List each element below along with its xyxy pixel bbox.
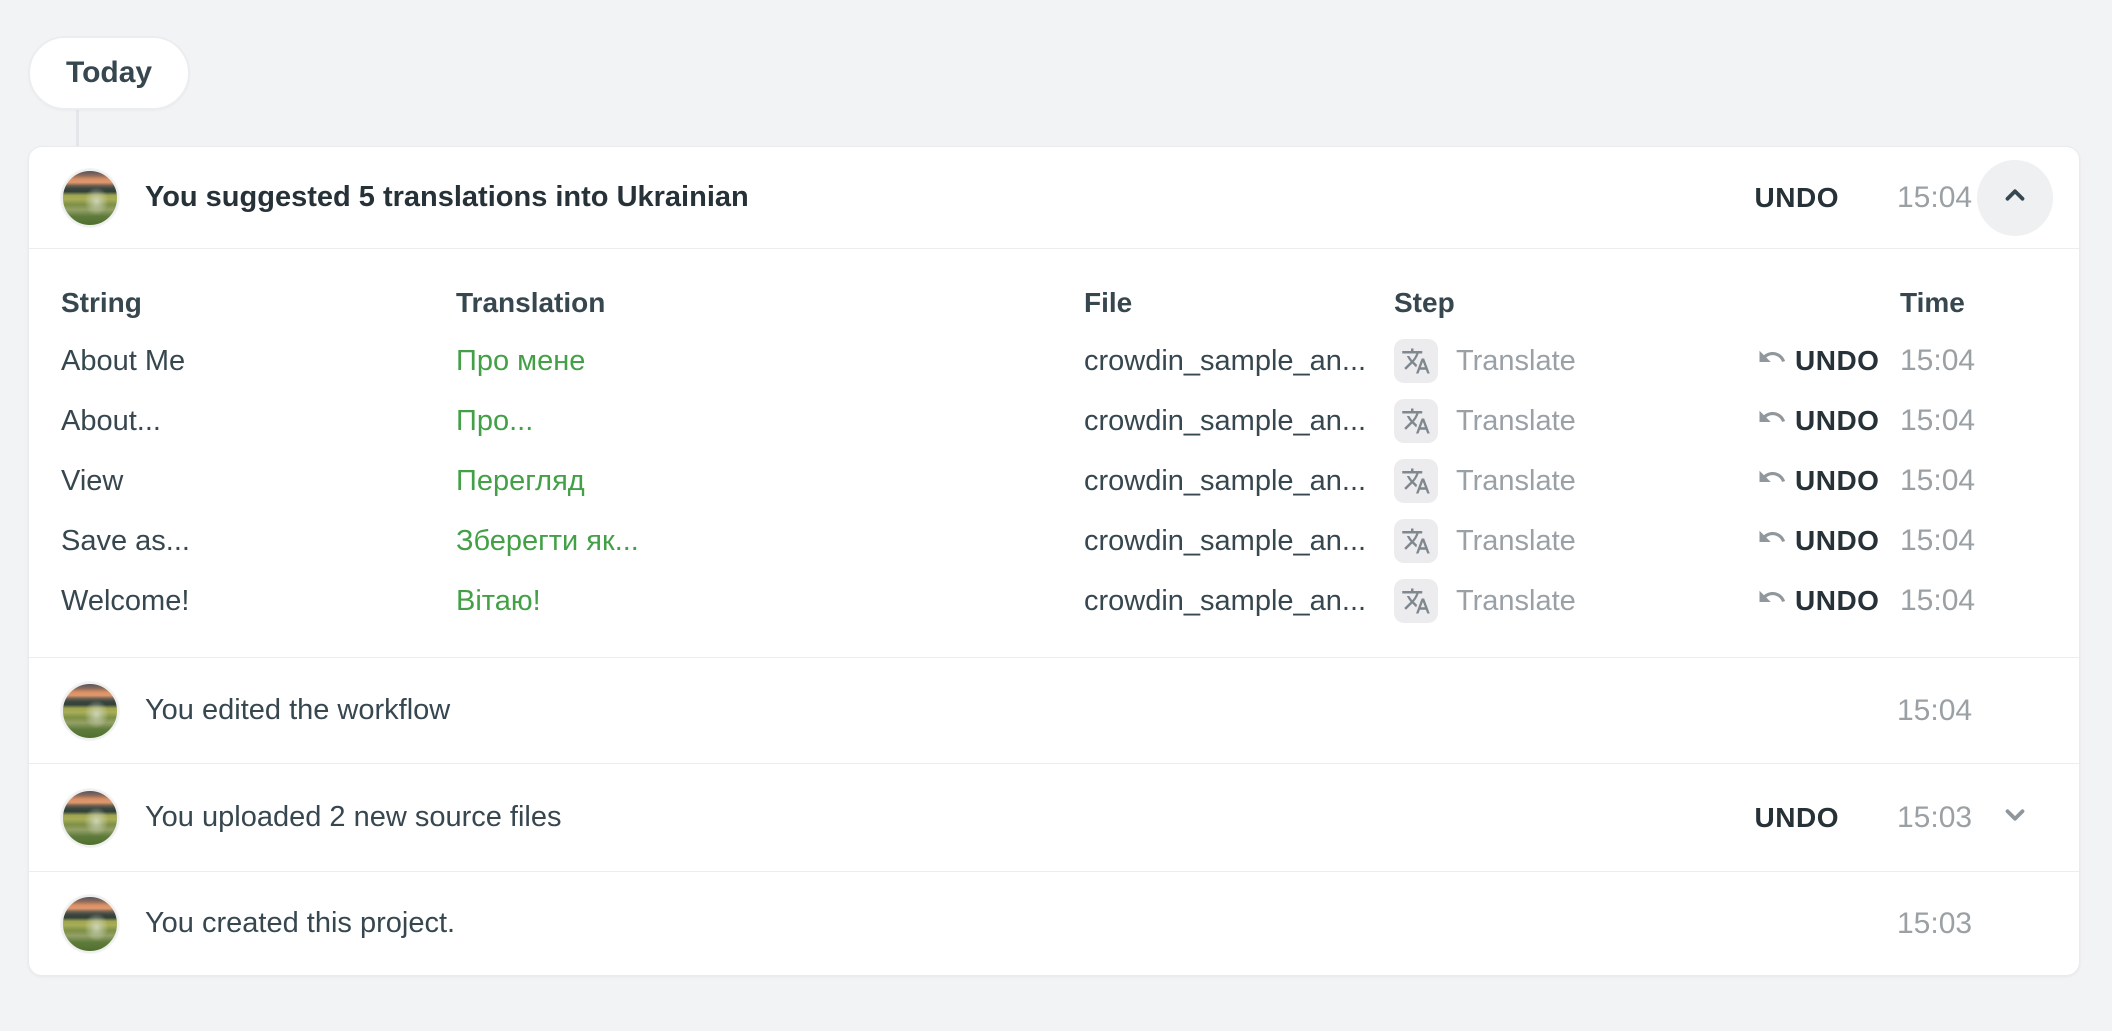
step-label: Translate [1456, 345, 1576, 378]
file-name: crowdin_sample_an... [1084, 465, 1394, 498]
file-name: crowdin_sample_an... [1084, 345, 1394, 378]
undo-icon [1757, 342, 1787, 379]
file-name: crowdin_sample_an... [1084, 525, 1394, 558]
column-header-translation: Translation [456, 287, 1084, 319]
undo-row-button[interactable]: UNDO [1757, 582, 1879, 619]
undo-group-button[interactable]: UNDO [1755, 182, 1839, 214]
row-time: 15:04 [1900, 344, 2053, 378]
timeline-connector [76, 108, 79, 148]
activity-time: 15:03 [1897, 907, 1977, 941]
workflow-step: Translate [1394, 339, 1729, 383]
undo-row-button[interactable]: UNDO [1757, 522, 1879, 559]
row-time: 15:04 [1900, 404, 2053, 438]
activity-title: You suggested 5 translations into Ukrain… [145, 181, 749, 214]
translation-text: Перегляд [456, 465, 1084, 498]
undo-row-button[interactable]: UNDO [1757, 402, 1879, 439]
activity-time: 15:04 [1897, 694, 1977, 728]
undo-icon [1757, 582, 1787, 619]
table-header-row: String Translation File Step Time [61, 275, 2053, 331]
user-avatar [61, 682, 119, 740]
activity-title: You created this project. [145, 907, 455, 940]
translation-row: Save as... Зберегти як... crowdin_sample… [61, 511, 2053, 571]
chevron-slot-empty [1977, 673, 2053, 749]
collapse-button[interactable] [1977, 160, 2053, 236]
chevron-slot-empty [1977, 886, 2053, 962]
file-name: crowdin_sample_an... [1084, 405, 1394, 438]
activity-card: You suggested 5 translations into Ukrain… [28, 146, 2080, 976]
column-header-time: Time [1900, 287, 2053, 319]
translate-icon [1394, 339, 1438, 383]
column-header-string: String [61, 287, 456, 319]
workflow-step: Translate [1394, 459, 1729, 503]
column-header-file: File [1084, 287, 1394, 319]
translate-icon [1394, 519, 1438, 563]
translation-row: About Me Про мене crowdin_sample_an... T… [61, 331, 2053, 391]
step-label: Translate [1456, 465, 1576, 498]
workflow-step: Translate [1394, 399, 1729, 443]
row-time: 15:04 [1900, 524, 2053, 558]
step-label: Translate [1456, 585, 1576, 618]
date-divider-label: Today [66, 56, 152, 90]
date-divider-pill: Today [28, 36, 190, 110]
activity-row-edited-workflow: You edited the workflow 15:04 [29, 658, 2079, 764]
translate-icon [1394, 579, 1438, 623]
translation-text: Вітаю! [456, 585, 1084, 618]
expand-button[interactable] [2000, 800, 2030, 835]
row-time: 15:04 [1900, 464, 2053, 498]
activity-title: You edited the workflow [145, 694, 450, 727]
source-string: About... [61, 405, 456, 438]
undo-row-button[interactable]: UNDO [1757, 342, 1879, 379]
source-string: Welcome! [61, 585, 456, 618]
translate-icon [1394, 459, 1438, 503]
user-avatar [61, 789, 119, 847]
chevron-down-icon [2000, 817, 2030, 834]
activity-time: 15:04 [1897, 181, 1977, 215]
undo-icon [1757, 462, 1787, 499]
translation-row: Welcome! Вітаю! crowdin_sample_an... Tra… [61, 571, 2053, 631]
activity-row-uploaded-files: You uploaded 2 new source files UNDO 15:… [29, 764, 2079, 872]
translation-text: Зберегти як... [456, 525, 1084, 558]
activity-time: 15:03 [1897, 801, 1977, 835]
activity-row-suggested: You suggested 5 translations into Ukrain… [29, 147, 2079, 249]
undo-icon [1757, 522, 1787, 559]
row-time: 15:04 [1900, 584, 2053, 618]
translation-row: About... Про... crowdin_sample_an... Tra… [61, 391, 2053, 451]
translation-text: Про... [456, 405, 1084, 438]
undo-row-button[interactable]: UNDO [1757, 462, 1879, 499]
workflow-step: Translate [1394, 519, 1729, 563]
chevron-up-icon [2000, 180, 2030, 215]
translate-icon [1394, 399, 1438, 443]
source-string: Save as... [61, 525, 456, 558]
source-string: View [61, 465, 456, 498]
file-name: crowdin_sample_an... [1084, 585, 1394, 618]
translation-row: View Перегляд crowdin_sample_an... Trans… [61, 451, 2053, 511]
column-header-step: Step [1394, 287, 1729, 319]
step-label: Translate [1456, 525, 1576, 558]
user-avatar [61, 169, 119, 227]
source-string: About Me [61, 345, 456, 378]
step-label: Translate [1456, 405, 1576, 438]
translations-table: String Translation File Step Time About … [29, 249, 2079, 658]
undo-icon [1757, 402, 1787, 439]
workflow-step: Translate [1394, 579, 1729, 623]
activity-row-created-project: You created this project. 15:03 [29, 872, 2079, 975]
activity-title: You uploaded 2 new source files [145, 801, 562, 834]
user-avatar [61, 895, 119, 953]
translation-text: Про мене [456, 345, 1084, 378]
undo-group-button[interactable]: UNDO [1755, 802, 1839, 834]
